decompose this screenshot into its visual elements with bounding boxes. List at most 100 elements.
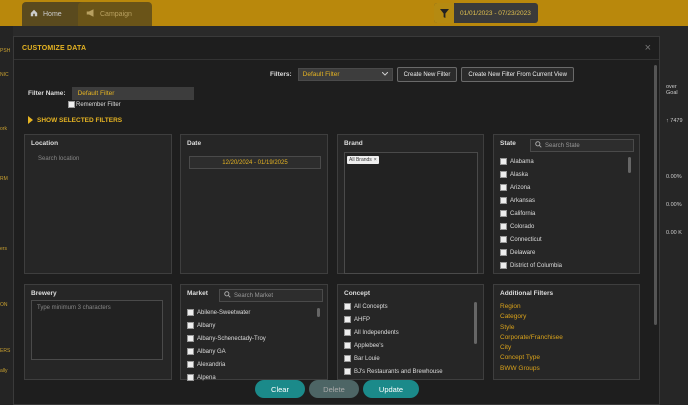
filter-name-input[interactable]: Default Filter	[71, 87, 194, 100]
brewery-input[interactable]: Type minimum 3 characters	[31, 300, 163, 360]
bg-left-label: ork	[0, 126, 7, 132]
checkbox[interactable]	[187, 335, 194, 342]
checkbox[interactable]	[500, 262, 507, 269]
brand-multiselect[interactable]: All Brands ×	[344, 152, 478, 274]
filter-link-region[interactable]: Region	[500, 303, 563, 313]
search-icon	[535, 141, 542, 150]
checkbox[interactable]	[187, 322, 194, 329]
show-selected-filters-toggle[interactable]: SHOW SELECTED FILTERS	[28, 116, 122, 124]
state-option-label: Colorado	[510, 223, 535, 230]
checkbox[interactable]	[344, 355, 351, 362]
market-option[interactable]: Abilene-Sweetwater	[187, 306, 266, 319]
search-state-input[interactable]: Search State	[530, 139, 634, 152]
caret-right-icon	[28, 116, 33, 124]
checkbox[interactable]	[500, 236, 507, 243]
concept-option[interactable]: Bar Louie	[344, 352, 443, 365]
checkbox[interactable]	[500, 223, 507, 230]
clear-button[interactable]: Clear	[255, 380, 305, 398]
market-option[interactable]: Alexandria	[187, 358, 266, 371]
state-list-scrollbar[interactable]	[628, 157, 631, 173]
concept-option-label: All Concepts	[354, 303, 388, 310]
market-list-scrollbar[interactable]	[317, 308, 320, 317]
concept-option[interactable]: All Independents	[344, 326, 443, 339]
filter-link-corporate-franchisee[interactable]: Corporate/Franchisee	[500, 334, 563, 344]
checkbox[interactable]	[187, 361, 194, 368]
filter-link-city[interactable]: City	[500, 344, 563, 354]
state-option[interactable]: Arkansas	[500, 194, 562, 207]
filters-label: Filters:	[270, 71, 292, 78]
state-option[interactable]: Alaska	[500, 168, 562, 181]
remember-filter-label: Remember Filter	[76, 101, 121, 108]
tag-remove-icon[interactable]: ×	[374, 157, 377, 163]
concept-list-scrollbar[interactable]	[474, 302, 477, 344]
state-option[interactable]: District of Columbia	[500, 259, 562, 272]
filter-link-category[interactable]: Category	[500, 313, 563, 323]
bg-left-label: ally	[0, 368, 8, 374]
date-range-picker[interactable]: 01/01/2023 - 07/23/2023	[434, 3, 538, 23]
state-option[interactable]: Delaware	[500, 246, 562, 259]
checkbox[interactable]	[344, 303, 351, 310]
remember-filter-checkbox[interactable]	[68, 101, 75, 108]
tab-campaign[interactable]: Campaign	[78, 2, 152, 26]
checkbox[interactable]	[500, 171, 507, 178]
checkbox[interactable]	[500, 249, 507, 256]
state-option[interactable]: California	[500, 207, 562, 220]
tab-home[interactable]: Home	[22, 2, 86, 26]
filter-funnel-icon[interactable]	[434, 3, 454, 23]
modal-footer: Clear Delete Update	[255, 380, 419, 398]
checkbox[interactable]	[187, 348, 194, 355]
modal-scrollbar[interactable]	[654, 65, 657, 325]
market-option[interactable]: Albany	[187, 319, 266, 332]
market-option[interactable]: Albany-Schenectady-Troy	[187, 332, 266, 345]
brand-tag[interactable]: All Brands ×	[347, 156, 379, 164]
checkbox[interactable]	[344, 329, 351, 336]
search-state-placeholder: Search State	[545, 142, 580, 149]
market-title: Market	[187, 290, 208, 297]
checkbox[interactable]	[500, 197, 507, 204]
search-market-placeholder: Search Market	[234, 292, 274, 299]
bg-left-label: ERS	[0, 348, 11, 354]
update-button[interactable]: Update	[363, 380, 419, 398]
state-option[interactable]: Alabama	[500, 155, 562, 168]
filter-link-style[interactable]: Style	[500, 324, 563, 334]
remember-filter[interactable]: Remember Filter	[68, 101, 121, 108]
delete-button[interactable]: Delete	[309, 380, 359, 398]
concept-option[interactable]: AHFP	[344, 313, 443, 326]
checkbox[interactable]	[344, 368, 351, 375]
state-option-label: Connecticut	[510, 236, 542, 243]
concept-option-label: AHFP	[354, 316, 371, 323]
search-market-input[interactable]: Search Market	[219, 289, 323, 302]
bg-left-label: RM	[0, 176, 8, 182]
state-option[interactable]: Colorado	[500, 220, 562, 233]
bg-right-label: 0.00%	[666, 174, 682, 180]
state-option-label: Delaware	[510, 249, 536, 256]
concept-option[interactable]: All Concepts	[344, 300, 443, 313]
checkbox[interactable]	[344, 342, 351, 349]
checkbox[interactable]	[187, 374, 194, 381]
concept-option[interactable]: Applebee's	[344, 339, 443, 352]
state-title: State	[500, 140, 516, 147]
filter-select[interactable]: Default Filter	[297, 68, 393, 81]
concept-option[interactable]: BJ's Restaurants and Brewhouse	[344, 365, 443, 378]
home-icon	[30, 9, 38, 19]
state-option-label: District of Columbia	[510, 262, 563, 269]
market-list: Abilene-Sweetwater Albany Albany-Schenec…	[187, 306, 266, 384]
checkbox[interactable]	[500, 158, 507, 165]
market-option[interactable]: Albany GA	[187, 345, 266, 358]
filter-link-concept-type[interactable]: Concept Type	[500, 354, 563, 364]
checkbox[interactable]	[500, 210, 507, 217]
checkbox[interactable]	[344, 316, 351, 323]
state-option-label: Alabama	[510, 158, 534, 165]
bg-left-label: ON	[0, 302, 8, 308]
date-range-input[interactable]: 12/20/2024 - 01/19/2025	[189, 156, 321, 169]
state-option[interactable]: Arizona	[500, 181, 562, 194]
market-option[interactable]: Alpena	[187, 371, 266, 384]
search-location-input[interactable]: Search location	[38, 156, 79, 162]
close-icon[interactable]: ×	[645, 42, 651, 54]
create-filter-from-view-button[interactable]: Create New Filter From Current View	[461, 67, 574, 82]
checkbox[interactable]	[500, 184, 507, 191]
state-option[interactable]: Connecticut	[500, 233, 562, 246]
filter-link-bww-groups[interactable]: BWW Groups	[500, 365, 563, 375]
checkbox[interactable]	[187, 309, 194, 316]
create-new-filter-button[interactable]: Create New Filter	[396, 67, 458, 82]
